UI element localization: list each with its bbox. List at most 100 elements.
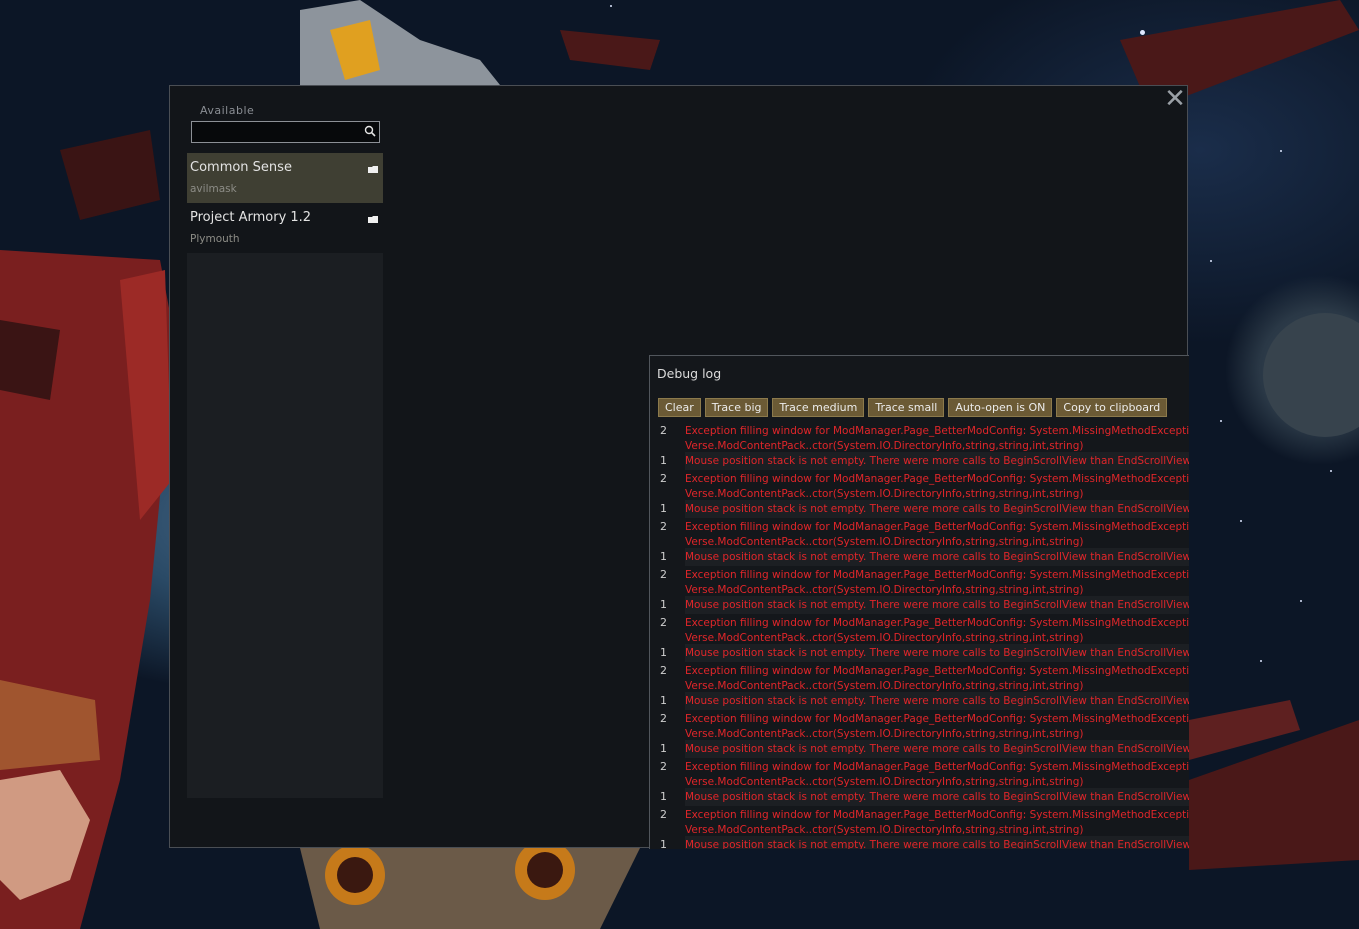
- log-entry-count: 2: [660, 664, 667, 677]
- log-entry[interactable]: 1 Mouse position stack is not empty. Ther…: [650, 836, 1189, 849]
- mod-list: Common Sense avilmask Project Armory 1.2…: [187, 153, 383, 798]
- log-entry-message: Exception filling window for ModManager.…: [685, 520, 1189, 550]
- copy-to-clipboard-button[interactable]: Copy to clipboard: [1056, 398, 1168, 417]
- star: [1220, 420, 1222, 422]
- log-entry-count: 2: [660, 760, 667, 773]
- star: [1140, 30, 1145, 35]
- ship-top-center: [560, 30, 660, 70]
- log-entry-count: 1: [660, 694, 667, 707]
- log-entry[interactable]: 2 Exception filling window for ModManager…: [650, 710, 1189, 740]
- log-entry-message: Exception filling window for ModManager.…: [685, 664, 1189, 694]
- trace-small-button[interactable]: Trace small: [868, 398, 945, 417]
- log-entry[interactable]: 1 Mouse position stack is not empty. Ther…: [650, 452, 1189, 470]
- log-entry-line: Mouse position stack is not empty. There…: [685, 743, 1189, 755]
- star: [1260, 660, 1262, 662]
- log-entry-message: Mouse position stack is not empty. There…: [685, 740, 1189, 758]
- log-entry[interactable]: 1 Mouse position stack is not empty. Ther…: [650, 500, 1189, 518]
- log-entry-message: Mouse position stack is not empty. There…: [685, 644, 1189, 662]
- log-entry-line: Mouse position stack is not empty. There…: [685, 551, 1189, 563]
- debris-left: [60, 130, 160, 220]
- log-entry-count: 1: [660, 838, 667, 849]
- mod-item-project-armory[interactable]: Project Armory 1.2 Plymouth: [187, 203, 383, 253]
- log-entry[interactable]: 1 Mouse position stack is not empty. Ther…: [650, 644, 1189, 662]
- star: [1330, 470, 1332, 472]
- log-entry-message: Mouse position stack is not empty. There…: [685, 836, 1189, 849]
- log-entry-count: 1: [660, 790, 667, 803]
- star: [1240, 520, 1242, 522]
- log-entry-message: Exception filling window for ModManager.…: [685, 568, 1189, 598]
- debris-left-low: [0, 320, 60, 400]
- log-entry-line: Exception filling window for ModManager.…: [685, 809, 1189, 821]
- log-entry-message: Exception filling window for ModManager.…: [685, 808, 1189, 838]
- log-entry[interactable]: 2 Exception filling window for ModManager…: [650, 566, 1189, 596]
- log-entry-count: 1: [660, 598, 667, 611]
- log-entry-line: Exception filling window for ModManager.…: [685, 521, 1189, 533]
- folder-icon[interactable]: [368, 216, 378, 223]
- log-entry[interactable]: 2 Exception filling window for ModManager…: [650, 806, 1189, 836]
- log-entry-count: 1: [660, 646, 667, 659]
- log-entry-message: Exception filling window for ModManager.…: [685, 616, 1189, 646]
- trace-big-button[interactable]: Trace big: [704, 398, 769, 417]
- log-entry-count: 2: [660, 616, 667, 629]
- log-entry-line: Mouse position stack is not empty. There…: [685, 695, 1189, 707]
- log-entry-line: Exception filling window for ModManager.…: [685, 761, 1189, 773]
- log-entry-message: Exception filling window for ModManager.…: [685, 712, 1189, 742]
- log-entry-count: 1: [660, 550, 667, 563]
- star: [610, 5, 612, 7]
- log-entry-count: 2: [660, 472, 667, 485]
- folder-icon[interactable]: [368, 166, 378, 173]
- log-entry-line: Mouse position stack is not empty. There…: [685, 599, 1189, 611]
- log-entry-message: Mouse position stack is not empty. There…: [685, 452, 1189, 470]
- log-entry-message: Exception filling window for ModManager.…: [685, 424, 1189, 454]
- debug-log-title: Debug log: [657, 366, 722, 381]
- log-entry[interactable]: 1 Mouse position stack is not empty. Ther…: [650, 548, 1189, 566]
- log-entry[interactable]: 2 Exception filling window for ModManager…: [650, 422, 1189, 452]
- mod-item-common-sense[interactable]: Common Sense avilmask: [187, 153, 383, 203]
- log-entry[interactable]: 2 Exception filling window for ModManager…: [650, 758, 1189, 788]
- mod-author: avilmask: [190, 183, 237, 195]
- log-entry-line: Exception filling window for ModManager.…: [685, 665, 1189, 677]
- log-entry-count: 1: [660, 454, 667, 467]
- trace-medium-button[interactable]: Trace medium: [772, 398, 865, 417]
- log-entry-count: 2: [660, 424, 667, 437]
- log-entry-message: Mouse position stack is not empty. There…: [685, 788, 1189, 806]
- search-icon: [364, 125, 376, 137]
- log-entries: 2 Exception filling window for ModManager…: [650, 422, 1189, 849]
- log-entry-line: Mouse position stack is not empty. There…: [685, 503, 1189, 515]
- log-entry-message: Exception filling window for ModManager.…: [685, 472, 1189, 502]
- star: [1210, 260, 1212, 262]
- mod-name: Common Sense: [190, 160, 292, 175]
- clear-button[interactable]: Clear: [658, 398, 701, 417]
- log-entry-line: Mouse position stack is not empty. There…: [685, 647, 1189, 659]
- star: [1280, 150, 1282, 152]
- log-entry[interactable]: 2 Exception filling window for ModManager…: [650, 470, 1189, 500]
- log-entry-message: Exception filling window for ModManager.…: [685, 760, 1189, 790]
- log-entry-count: 2: [660, 568, 667, 581]
- log-entry-line: Mouse position stack is not empty. There…: [685, 791, 1189, 803]
- log-entry[interactable]: 2 Exception filling window for ModManager…: [650, 614, 1189, 644]
- log-entry-message: Mouse position stack is not empty. There…: [685, 596, 1189, 614]
- log-entry[interactable]: 1 Mouse position stack is not empty. Ther…: [650, 692, 1189, 710]
- debug-log-window: Debug log Clear Trace big Trace medium Trac…: [649, 355, 1189, 849]
- close-button[interactable]: ✕: [1164, 86, 1186, 112]
- log-entry[interactable]: 2 Exception filling window for ModManager…: [650, 518, 1189, 548]
- log-entry-line: Exception filling window for ModManager.…: [685, 425, 1189, 437]
- log-entry-count: 2: [660, 520, 667, 533]
- mod-author: Plymouth: [190, 233, 240, 245]
- log-entry[interactable]: 1 Mouse position stack is not empty. Ther…: [650, 596, 1189, 614]
- log-entry-line: Exception filling window for ModManager.…: [685, 473, 1189, 485]
- log-entry[interactable]: 1 Mouse position stack is not empty. Ther…: [650, 788, 1189, 806]
- log-entry-count: 2: [660, 808, 667, 821]
- log-entry-line: Exception filling window for ModManager.…: [685, 713, 1189, 725]
- log-entry-line: Mouse position stack is not empty. There…: [685, 839, 1189, 849]
- log-entry-count: 1: [660, 502, 667, 515]
- log-entry-message: Mouse position stack is not empty. There…: [685, 692, 1189, 710]
- search-input[interactable]: [191, 121, 380, 143]
- log-entry[interactable]: 2 Exception filling window for ModManager…: [650, 662, 1189, 692]
- planet-shape: [1263, 313, 1359, 437]
- auto-open-toggle[interactable]: Auto-open is ON: [948, 398, 1053, 417]
- log-entry-line: Exception filling window for ModManager.…: [685, 617, 1189, 629]
- log-entry-line: Exception filling window for ModManager.…: [685, 569, 1189, 581]
- log-entry-message: Mouse position stack is not empty. There…: [685, 500, 1189, 518]
- log-entry[interactable]: 1 Mouse position stack is not empty. Ther…: [650, 740, 1189, 758]
